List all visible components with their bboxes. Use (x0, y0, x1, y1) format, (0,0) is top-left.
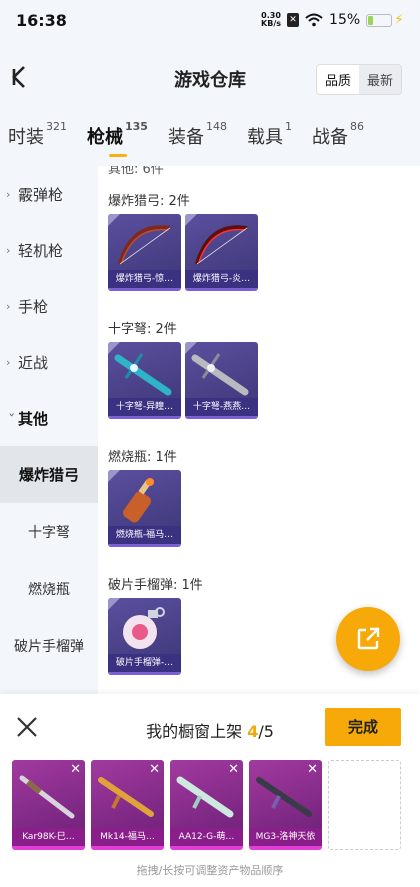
chevron-right-icon: › (6, 299, 11, 313)
tab-equipment[interactable]: 装备148 (168, 120, 227, 157)
sidebar-sub-molotov[interactable]: 燃烧瓶 (0, 560, 98, 617)
showcase-slots: ✕ Kar98K-巳… ✕ Mk14-福马… ✕ AA12-G-萌… ✕ MG3… (12, 760, 401, 850)
slot-name: MG3-洛神天依 (249, 828, 322, 846)
close-button[interactable] (14, 714, 40, 740)
item-card[interactable]: 燃烧瓶-福马… (108, 470, 181, 547)
sort-toggle: 品质 最新 (315, 64, 402, 95)
category-tabs: 时装321 枪械135 装备148 载具1 战备86 (0, 114, 420, 166)
section-explosive-bow: 爆炸猎弓: 2件 爆炸猎弓-惊… 爆炸猎弓-炎… (108, 190, 258, 291)
item-card[interactable]: 破片手榴弹-… (108, 598, 181, 675)
item-card[interactable]: 爆炸猎弓-惊… (108, 214, 181, 291)
item-name: 爆炸猎弓-炎… (185, 270, 258, 288)
item-name: 燃烧瓶-福马… (108, 526, 181, 544)
item-name: 十字弩-燕燕… (185, 398, 258, 416)
sort-newest-button[interactable]: 最新 (359, 65, 401, 94)
showcase-panel: 我的橱窗上架 4/5 完成 ✕ Kar98K-巳… ✕ Mk14-福马… ✕ A… (0, 694, 420, 887)
section-header: 燃烧瓶: 1件 (108, 450, 177, 465)
machine-gun-icon (256, 777, 312, 817)
chevron-right-icon: › (6, 243, 11, 257)
section-header: 十字弩: 2件 (108, 322, 177, 337)
done-button[interactable]: 完成 (325, 708, 401, 746)
battery-percent: 15% (329, 12, 361, 28)
status-bar: 16:38 0.30 KB/s ✕ 15% ⚡ (0, 0, 420, 40)
item-name: 破片手榴弹-… (108, 654, 181, 672)
tab-supplies[interactable]: 战备86 (312, 120, 364, 157)
grenade-icon (123, 607, 165, 649)
share-button[interactable] (336, 607, 400, 671)
crossbow-icon (191, 353, 249, 396)
charging-icon: ⚡ (394, 12, 404, 28)
bow-icon (195, 225, 248, 265)
back-arrow-icon (12, 66, 25, 88)
showcase-slot[interactable]: ✕ MG3-洛神天依 (249, 760, 322, 850)
back-button[interactable] (6, 62, 32, 92)
showcase-current-count: 4 (247, 722, 259, 741)
chevron-right-icon: › (6, 355, 11, 369)
showcase-slot[interactable]: ✕ Kar98K-巳… (12, 760, 85, 850)
section-molotov: 燃烧瓶: 1件 燃烧瓶-福马… (108, 446, 181, 547)
close-icon (17, 717, 37, 737)
tab-vehicles[interactable]: 载具1 (247, 120, 292, 157)
item-card[interactable]: 十字弩-异瞳… (108, 342, 181, 419)
shotgun-icon (176, 776, 234, 818)
reorder-hint: 拖拽/长按可调整资产物品顺序 (136, 864, 284, 877)
item-card[interactable]: 爆炸猎弓-炎… (185, 214, 258, 291)
showcase-empty-slot[interactable] (328, 760, 401, 850)
item-name: 十字弩-异瞳… (108, 398, 181, 416)
item-card[interactable]: 十字弩-燕燕… (185, 342, 258, 419)
showcase-slot[interactable]: ✕ AA12-G-萌… (170, 760, 243, 850)
sidebar-item-lmg[interactable]: › 轻机枪 (0, 222, 98, 278)
wifi-icon (305, 13, 323, 27)
molotov-icon (122, 478, 154, 523)
sidebar-item-other[interactable]: › 其他 (0, 390, 98, 446)
share-icon (357, 627, 380, 650)
sidebar-sub-crossbow[interactable]: 十字弩 (0, 503, 98, 560)
sidebar-item-shotgun[interactable]: › 霰弹枪 (0, 166, 98, 222)
tab-guns[interactable]: 枪械135 (87, 120, 148, 157)
sidebar: › 霰弹枪 › 轻机枪 › 手枪 › 近战 › 其他 爆炸猎弓 十字弩 燃烧瓶 破片手榴弹 (0, 166, 98, 694)
section-header: 爆炸猎弓: 2件 (108, 194, 190, 209)
tab-fashion[interactable]: 时装321 (8, 120, 67, 157)
battery-icon (366, 13, 393, 27)
status-icons: 0.30 KB/s ✕ 15% ⚡ (261, 11, 404, 29)
section-crossbow: 十字弩: 2件 十字弩-异瞳… 十字弩-燕燕… (108, 318, 258, 419)
section-frag-grenade: 破片手榴弹: 1件 破片手榴弹-… (108, 574, 203, 675)
sidebar-item-melee[interactable]: › 近战 (0, 334, 98, 390)
sim-icon: ✕ (287, 13, 300, 27)
section-header: 其他: 6件 (108, 166, 164, 177)
slot-name: Kar98K-巳… (12, 828, 85, 846)
sort-quality-button[interactable]: 品质 (316, 65, 359, 94)
network-speed: 0.30 KB/s (261, 11, 282, 28)
crossbow-icon (114, 353, 172, 396)
chevron-down-icon: › (5, 412, 19, 417)
bow-icon (118, 225, 171, 265)
sidebar-sub-explosive-bow[interactable]: 爆炸猎弓 (0, 446, 98, 503)
sidebar-sub-frag-grenade[interactable]: 破片手榴弹 (0, 617, 98, 674)
sidebar-item-pistol[interactable]: › 手枪 (0, 278, 98, 334)
clock: 16:38 (16, 10, 67, 30)
slot-name: Mk14-福马… (91, 828, 164, 846)
rifle-icon (98, 777, 154, 817)
top-header: 游戏仓库 品质 最新 (0, 40, 420, 114)
slot-name: AA12-G-萌… (170, 828, 243, 846)
item-name: 爆炸猎弓-惊… (108, 270, 181, 288)
rifle-icon (19, 775, 75, 819)
showcase-slot[interactable]: ✕ Mk14-福马… (91, 760, 164, 850)
chevron-right-icon: › (6, 187, 11, 201)
section-header: 破片手榴弹: 1件 (108, 578, 203, 593)
